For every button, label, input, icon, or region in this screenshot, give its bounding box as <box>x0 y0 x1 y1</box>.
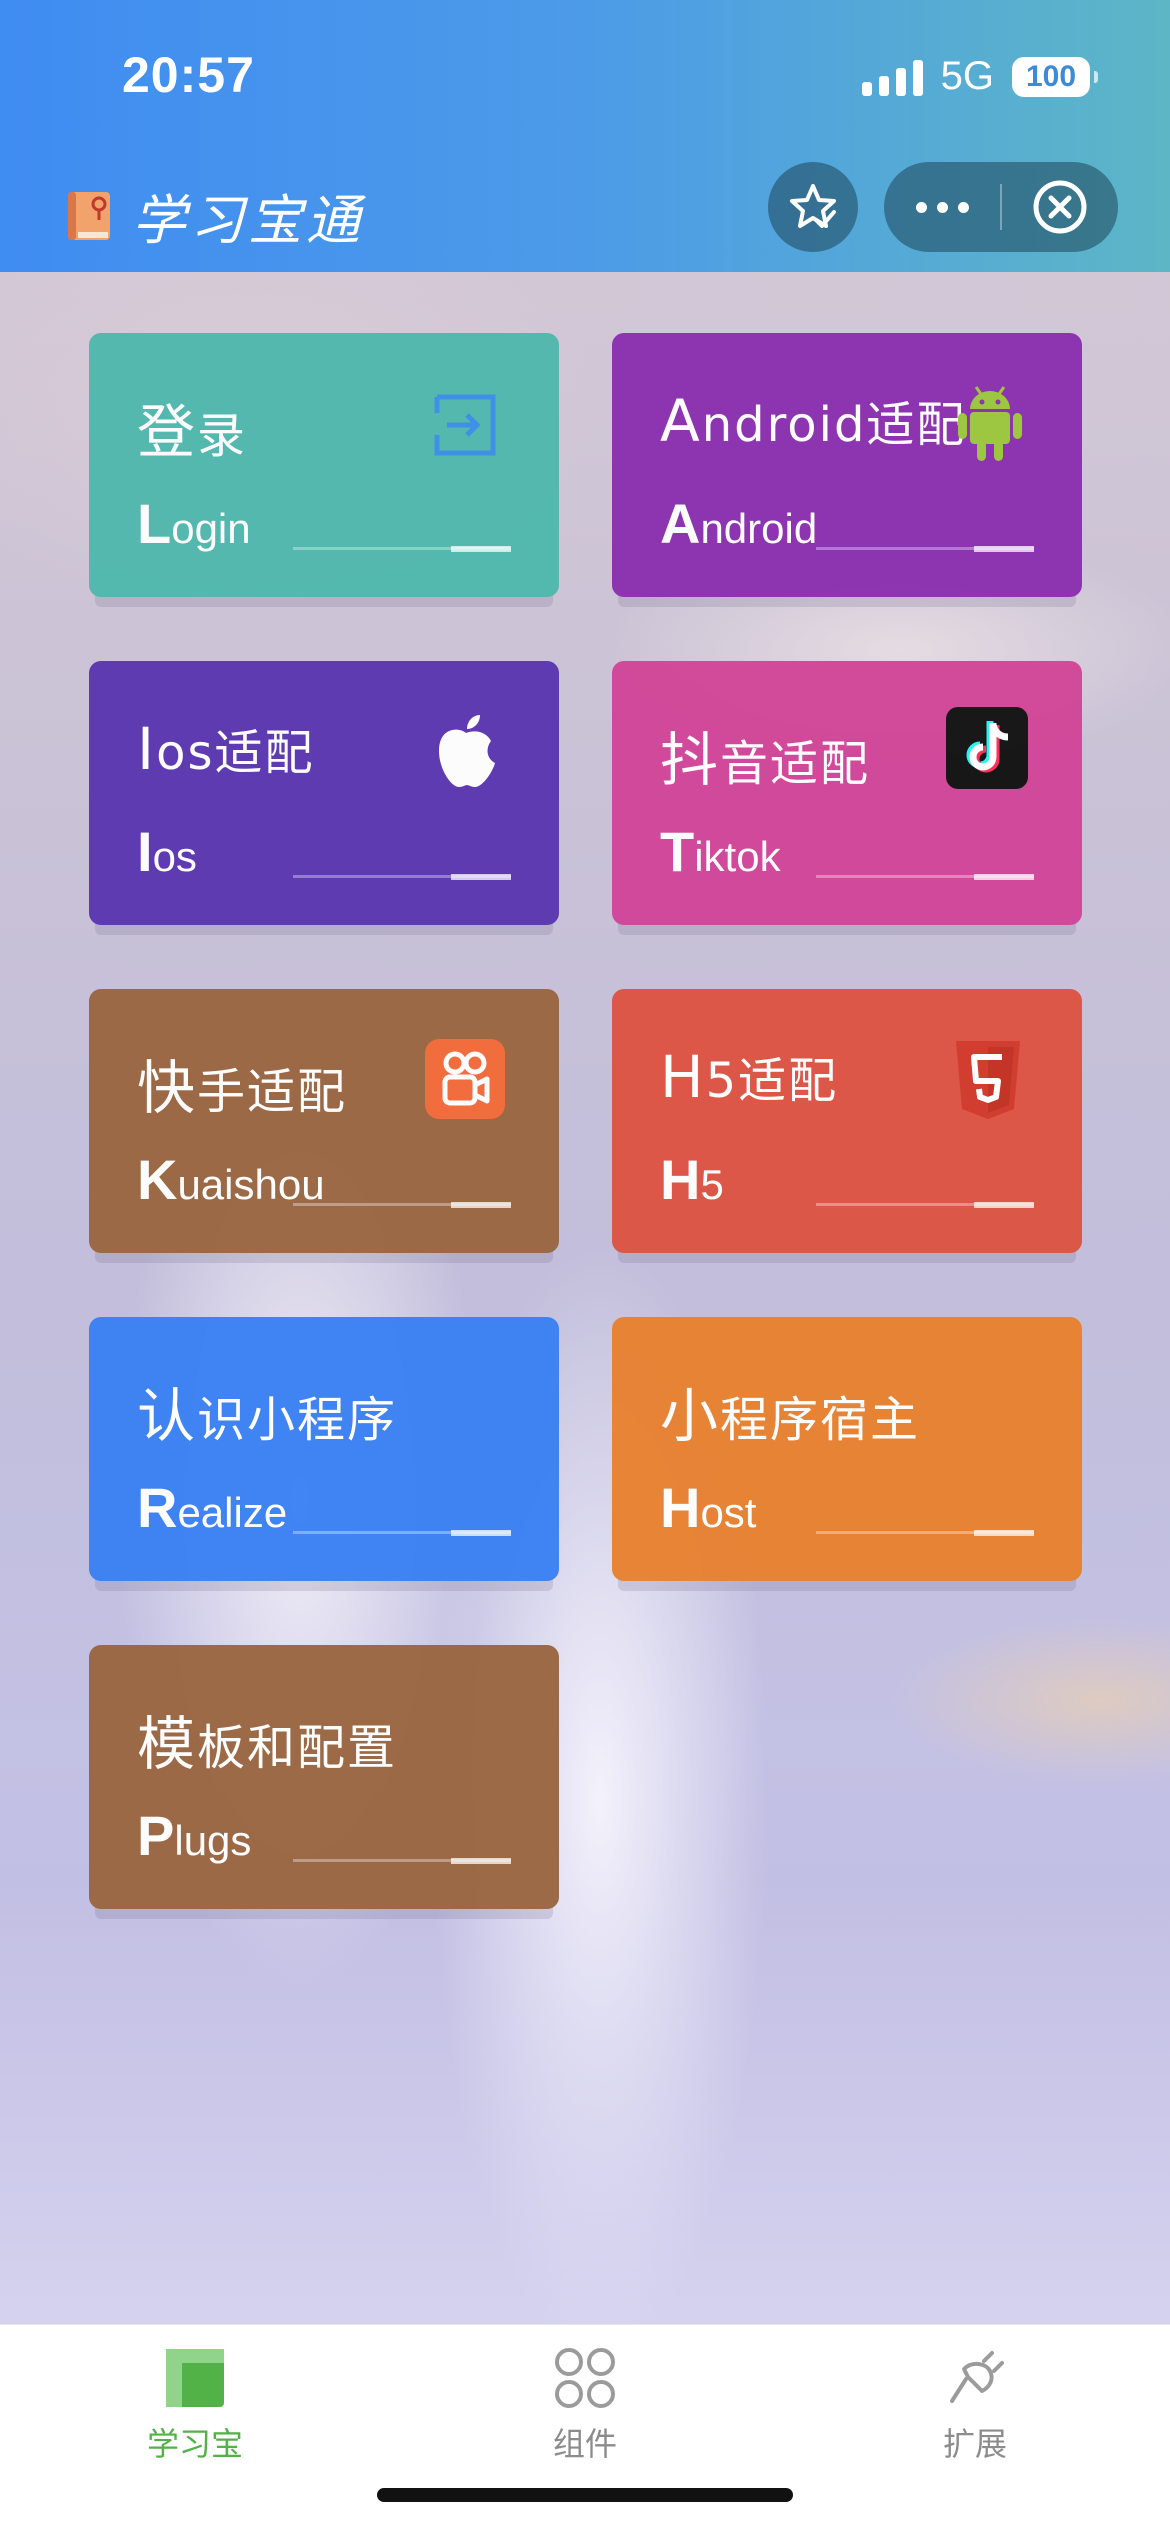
components-icon <box>555 2348 615 2408</box>
card-title: Ios适配 <box>137 715 315 783</box>
plug-icon <box>950 2351 1004 2403</box>
card-subtitle: Ios <box>137 820 197 883</box>
miniprogram-capsule <box>884 162 1118 252</box>
card-android[interactable]: Android适配 Android <box>612 333 1082 597</box>
card-login[interactable]: 登录 Login <box>89 333 559 597</box>
star-check-icon <box>790 184 836 228</box>
card-subtitle: Host <box>660 1476 757 1539</box>
dot-icon <box>936 201 948 213</box>
signal-icon <box>861 58 923 96</box>
android-icon <box>958 386 1022 461</box>
card-underline <box>816 1202 1034 1208</box>
card-kuaishou[interactable]: 快手适配 Kuaishou <box>89 989 559 1253</box>
app-title: 学习宝通 <box>132 189 364 252</box>
tab-study[interactable]: 学习宝 <box>95 2347 295 2465</box>
card-subtitle: Realize <box>137 1476 288 1539</box>
card-underline <box>293 1202 511 1208</box>
card-subtitle: Tiktok <box>660 820 781 883</box>
book-layout-icon <box>166 2349 224 2407</box>
card-underline <box>816 1530 1034 1536</box>
card-subtitle: Android <box>660 492 818 555</box>
card-realize[interactable]: 认识小程序 Realize <box>89 1317 559 1581</box>
network-type: 5G <box>940 54 994 98</box>
card-ios[interactable]: Ios适配 Ios <box>89 661 559 925</box>
card-title: 认识小程序 <box>137 1382 398 1450</box>
apple-icon <box>439 715 495 787</box>
card-title: 登录 <box>137 398 248 466</box>
kuaishou-icon <box>425 1039 505 1119</box>
card-underline <box>816 546 1034 552</box>
card-title: H5适配 <box>660 1043 839 1111</box>
card-title: Android适配 <box>660 387 967 455</box>
card-underline <box>293 1858 511 1864</box>
dot-icon <box>957 201 969 213</box>
favorite-button[interactable] <box>768 162 858 252</box>
card-plugs[interactable]: 模板和配置 Plugs <box>89 1645 559 1909</box>
battery-icon: 100 <box>1012 56 1098 97</box>
tab-components[interactable]: 组件 <box>485 2347 685 2465</box>
card-title: 快手适配 <box>137 1054 348 1122</box>
card-subtitle: Login <box>137 492 251 555</box>
card-h5[interactable]: H5适配 H5 <box>612 989 1082 1253</box>
card-underline <box>293 546 511 552</box>
login-icon <box>434 394 496 456</box>
html5-icon <box>956 1041 1020 1119</box>
home-indicator <box>377 2488 793 2502</box>
card-tiktok[interactable]: 抖音适配 Tiktok <box>612 661 1082 925</box>
tab-label: 扩展 <box>942 2425 1007 2463</box>
card-subtitle: H5 <box>660 1148 724 1211</box>
header: 20:57 5G 100 学习宝通 <box>0 0 1170 272</box>
card-subtitle: Plugs <box>137 1804 252 1867</box>
tiktok-icon <box>946 707 1028 789</box>
status-time: 20:57 <box>122 47 255 103</box>
card-title: 模板和配置 <box>137 1710 398 1778</box>
more-button[interactable] <box>884 201 1000 213</box>
card-underline <box>293 1530 511 1536</box>
tab-label: 组件 <box>552 2425 617 2463</box>
tab-extensions[interactable]: 扩展 <box>875 2347 1075 2465</box>
battery-level: 100 <box>1025 59 1077 93</box>
app-title-group: 学习宝通 <box>66 176 364 255</box>
card-host[interactable]: 小程序宿主 Host <box>612 1317 1082 1581</box>
card-underline <box>293 874 511 880</box>
book-icon <box>68 191 110 240</box>
dot-icon <box>915 201 927 213</box>
card-title: 小程序宿主 <box>660 1382 921 1450</box>
card-title: 抖音适配 <box>660 726 871 794</box>
close-circle-icon <box>1033 180 1087 234</box>
close-button[interactable] <box>1002 179 1118 235</box>
tab-label: 学习宝 <box>146 2425 243 2463</box>
status-indicators: 5G 100 <box>861 54 1098 99</box>
card-underline <box>816 874 1034 880</box>
